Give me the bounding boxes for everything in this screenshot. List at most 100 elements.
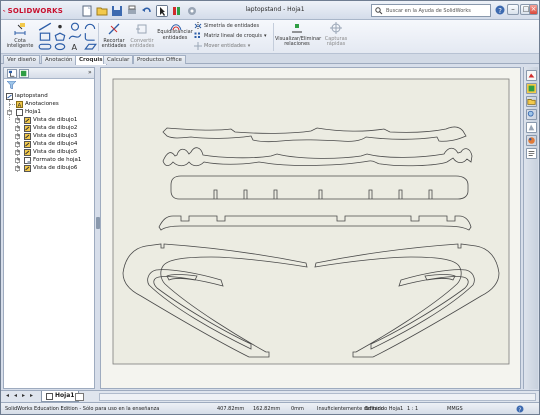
- graphics-area[interactable]: [100, 67, 521, 389]
- linear-pattern-dropdown-icon[interactable]: ▾: [264, 33, 267, 39]
- first-sheet-button[interactable]: ◂: [4, 393, 11, 400]
- linear-pattern-button[interactable]: Matriz lineal de croquis ▾: [194, 32, 267, 40]
- feature-tree-tab-icon[interactable]: [7, 69, 17, 78]
- tree-node-view1[interactable]: Vista de dibujo1: [24, 116, 77, 124]
- help-search-icon: [375, 6, 383, 14]
- drawing-view-icon: [24, 132, 31, 140]
- mirror-entities-button[interactable]: Simetría de entidades: [194, 22, 259, 30]
- next-sheet-button[interactable]: ▸: [20, 393, 27, 400]
- expand-view6-toggle[interactable]: +: [15, 166, 20, 171]
- polygon-tool-icon[interactable]: [53, 32, 67, 41]
- file-explorer-icon[interactable]: [526, 96, 537, 107]
- status-units[interactable]: MMGS: [447, 406, 463, 412]
- filter-icon[interactable]: [7, 81, 16, 89]
- select-cursor-icon[interactable]: [156, 4, 168, 17]
- drawing-sheet[interactable]: [101, 68, 522, 390]
- expand-sheet-toggle[interactable]: −: [7, 110, 12, 115]
- solidworks-logo-icon: [3, 9, 6, 12]
- trim-entities-button[interactable]: Recortar entidades: [101, 22, 127, 50]
- custom-properties-icon[interactable]: [526, 148, 537, 159]
- tab-productos-office[interactable]: Productos Office: [133, 55, 186, 64]
- tree-node-view2[interactable]: Vista de dibujo2: [24, 124, 77, 132]
- spline-tool-icon[interactable]: [68, 32, 82, 41]
- minimize-button[interactable]: –: [507, 4, 519, 15]
- expand-sheet-format-toggle[interactable]: +: [15, 158, 20, 163]
- smart-dimension-label-2: inteligente: [6, 43, 34, 49]
- tree-node-view3[interactable]: Vista de dibujo3: [24, 132, 77, 140]
- tab-ver-diseno[interactable]: Ver diseño: [3, 55, 40, 64]
- help-search-box[interactable]: Buscar en la Ayuda de SolidWorks: [371, 4, 491, 17]
- sheet-format-icon: [24, 156, 31, 164]
- ribbon-separator-2: [273, 23, 274, 51]
- relations-label-2: relaciones: [284, 41, 310, 47]
- title-bar: SOLIDWORKS laptopstand - Hoja1 Buscar en…: [1, 1, 539, 20]
- drawing-document-icon: [6, 92, 13, 100]
- undo-icon[interactable]: [141, 5, 153, 17]
- convert-label-2: entidades: [129, 43, 155, 49]
- plane-tool-icon[interactable]: [83, 42, 97, 51]
- search-results-icon[interactable]: [526, 109, 537, 120]
- offset-entities-button[interactable]: Equidistanciar entidades: [157, 29, 193, 41]
- expand-view2-toggle[interactable]: +: [15, 126, 20, 131]
- tree-node-sheet-format[interactable]: Formato de hoja1: [24, 156, 81, 164]
- close-button[interactable]: ×: [529, 4, 538, 15]
- view-palette-icon[interactable]: [526, 122, 537, 133]
- property-manager-tab-icon[interactable]: [19, 69, 29, 78]
- slot-tool-icon[interactable]: [38, 42, 52, 51]
- open-folder-icon[interactable]: [96, 5, 108, 17]
- solidworks-logo[interactable]: SOLIDWORKS: [3, 4, 63, 17]
- tree-node-view4[interactable]: Vista de dibujo4: [24, 140, 77, 148]
- solidworks-window: SOLIDWORKS laptopstand - Hoja1 Buscar en…: [0, 0, 540, 415]
- smart-dimension-button[interactable]: Cota inteligente: [5, 22, 35, 50]
- appearances-icon[interactable]: [526, 135, 537, 146]
- new-document-icon[interactable]: [81, 5, 93, 17]
- print-icon[interactable]: [126, 5, 138, 17]
- status-edition: SolidWorks Education Edition - Sólo para…: [5, 406, 160, 412]
- tree-root-label: laptopstand: [15, 93, 48, 99]
- tab-anotacion[interactable]: Anotación: [41, 55, 77, 64]
- previous-sheet-button[interactable]: ◂: [12, 393, 19, 400]
- move-entities-button[interactable]: Mover entidades ▾: [194, 42, 250, 50]
- expand-view5-toggle[interactable]: +: [15, 150, 20, 155]
- expand-view3-toggle[interactable]: +: [15, 134, 20, 139]
- close-control: ×: [529, 4, 538, 16]
- collapse-panel-icon[interactable]: »: [88, 69, 92, 76]
- circle-tool-icon[interactable]: [68, 22, 82, 31]
- last-sheet-button[interactable]: ▸: [28, 393, 35, 400]
- save-icon[interactable]: [111, 5, 123, 17]
- quick-snaps-button[interactable]: Capturas rápidas: [322, 22, 350, 48]
- convert-entities-button[interactable]: Convertir entidades: [128, 22, 156, 50]
- drawing-view-icon: [24, 164, 31, 172]
- ellipse-tool-icon[interactable]: [53, 42, 67, 51]
- help-status-icon[interactable]: ?: [516, 405, 524, 413]
- sheet-icon: [16, 108, 23, 116]
- options-icon[interactable]: [186, 5, 198, 17]
- fillet-tool-icon[interactable]: [83, 32, 97, 41]
- line-tool-icon[interactable]: [38, 22, 52, 31]
- expand-view1-toggle[interactable]: +: [15, 118, 20, 123]
- add-sheet-icon[interactable]: [75, 393, 84, 401]
- point-tool-icon[interactable]: [53, 22, 67, 31]
- text-tool-icon[interactable]: A: [68, 42, 82, 51]
- display-relations-button[interactable]: Visualizar/Eliminar relaciones: [275, 22, 321, 48]
- solidworks-resources-icon[interactable]: [526, 70, 537, 81]
- rebuild-icon[interactable]: [171, 5, 183, 17]
- rectangle-tool-icon[interactable]: [38, 32, 52, 41]
- tree-node-sheet[interactable]: Hoja1: [16, 108, 41, 116]
- horizontal-scrollbar[interactable]: [99, 393, 536, 401]
- help-icon[interactable]: ?: [495, 5, 505, 15]
- design-library-icon[interactable]: [526, 83, 537, 94]
- move-dropdown-icon[interactable]: ▾: [248, 43, 251, 49]
- tree-node-annotations[interactable]: A Anotaciones: [16, 100, 59, 108]
- tab-calcular[interactable]: Calcular: [103, 55, 134, 64]
- tab-croquis[interactable]: Croquis: [75, 55, 107, 65]
- sheet-tab-hoja1[interactable]: Hoja1: [41, 391, 80, 402]
- tree-node-root[interactable]: laptopstand: [6, 92, 48, 100]
- tree-node-view6[interactable]: Vista de dibujo6: [24, 164, 77, 172]
- arc-tool-icon[interactable]: [83, 22, 97, 31]
- expand-view4-toggle[interactable]: +: [15, 142, 20, 147]
- drawing-view-icon: [24, 140, 31, 148]
- tree-node-view5[interactable]: Vista de dibujo5: [24, 148, 77, 156]
- quick-access-toolbar: [81, 4, 198, 17]
- svg-text:?: ?: [498, 7, 502, 15]
